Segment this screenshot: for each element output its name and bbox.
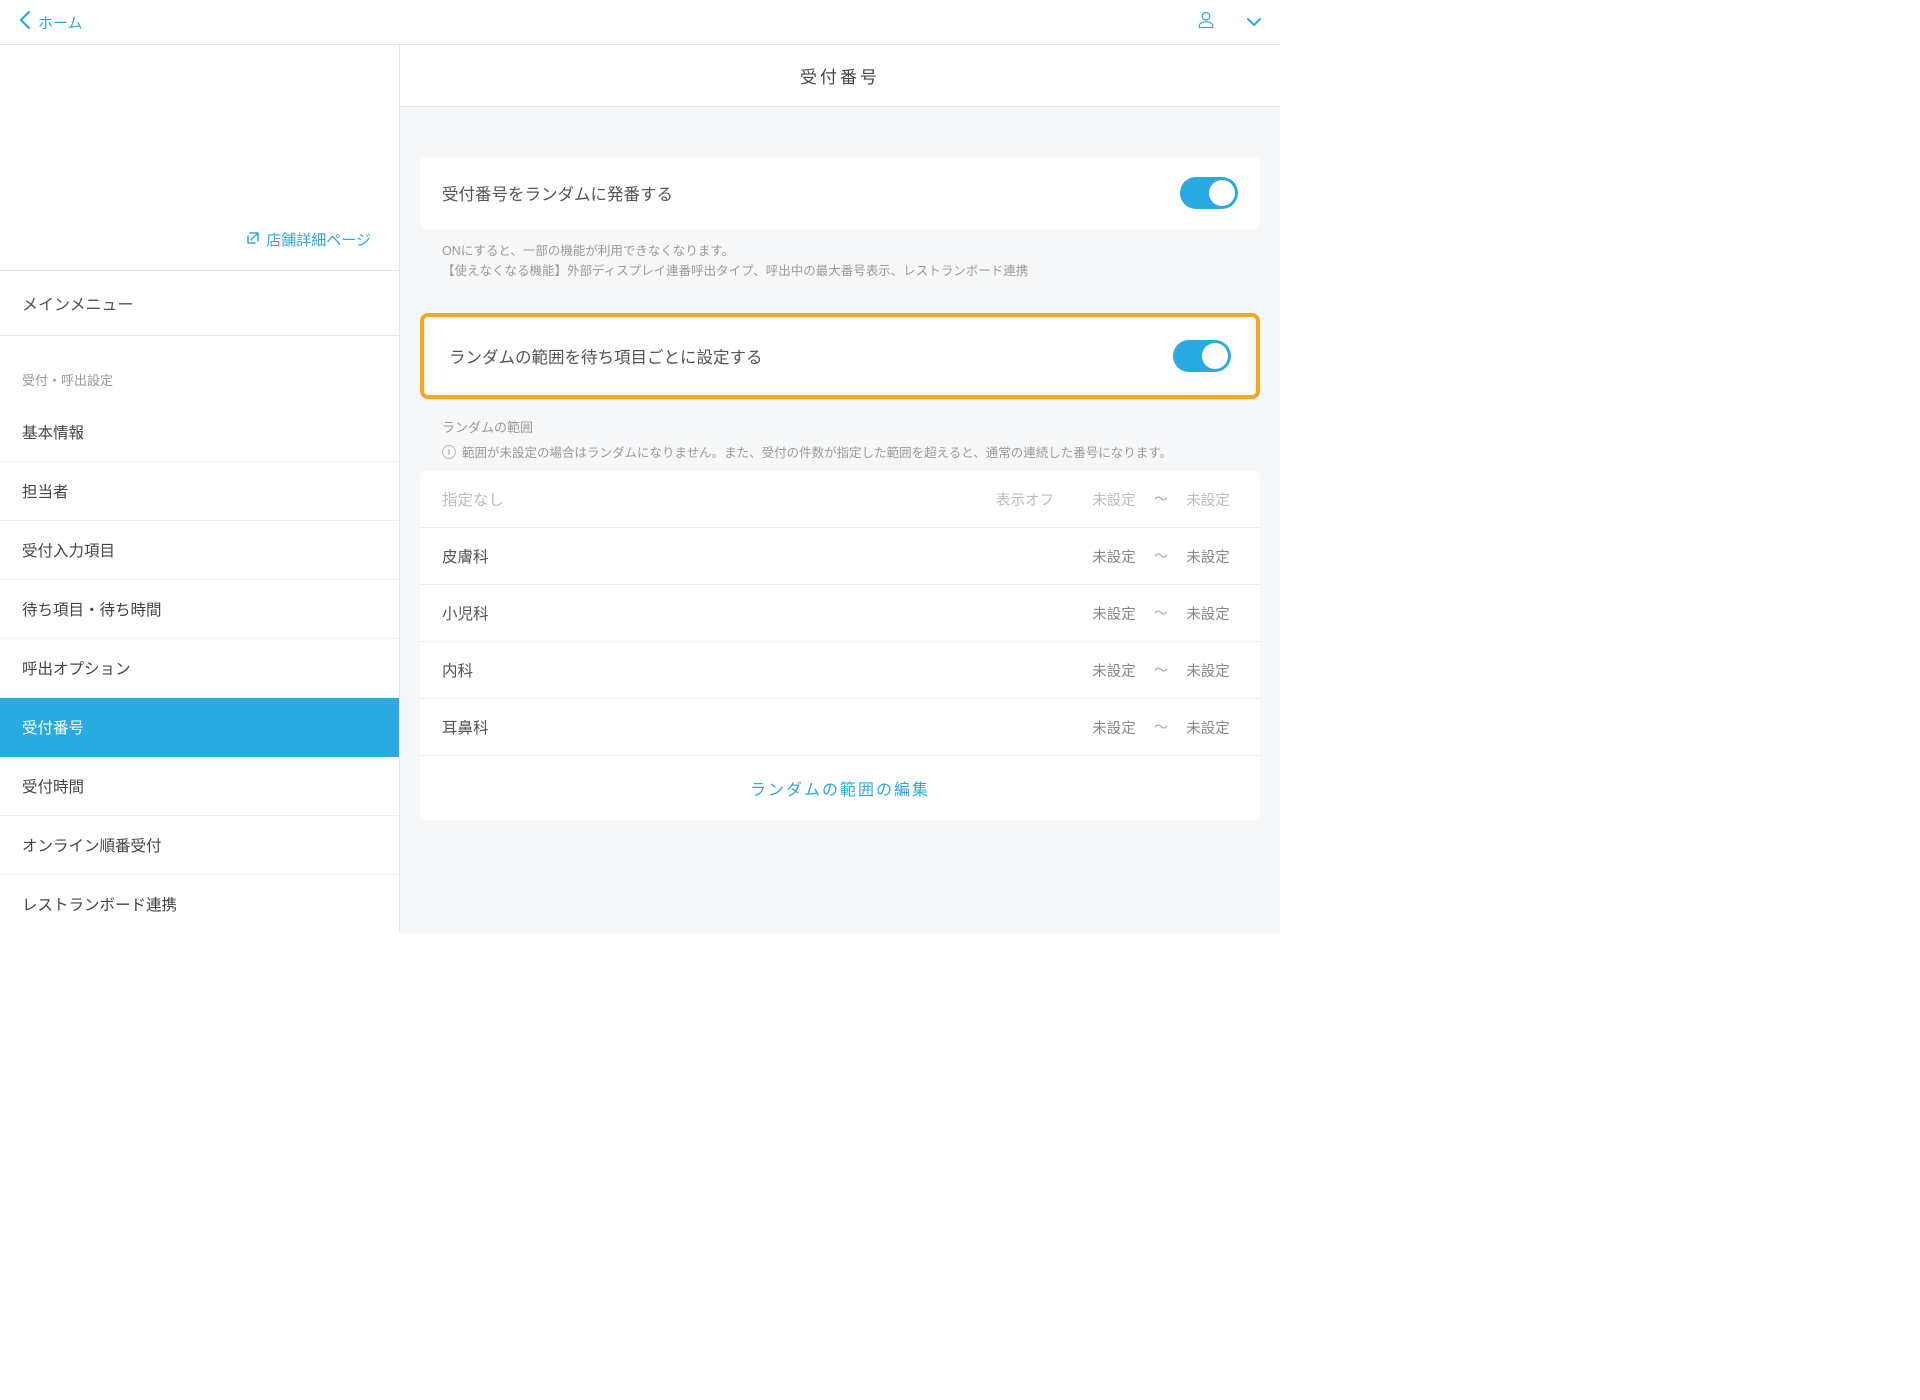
range-tilde: 〜 <box>1144 603 1178 623</box>
store-detail-link-label: 店舗詳細ページ <box>266 229 371 250</box>
topbar-right <box>1196 10 1262 35</box>
help-line-1: ONにすると、一部の機能が利用できなくなります。 <box>442 241 1238 261</box>
user-icon[interactable] <box>1196 10 1216 35</box>
random-range-list: 指定なし 表示オフ 未設定 〜 未設定 皮膚科 未設定 〜 未設定 小児科 <box>420 471 1260 820</box>
sidebar-item-staff[interactable]: 担当者 <box>0 462 399 521</box>
info-icon: i <box>442 445 456 459</box>
range-row-pediatrics: 小児科 未設定 〜 未設定 <box>420 585 1260 642</box>
range-to: 未設定 <box>1178 546 1238 567</box>
range-row-internal-medicine: 内科 未設定 〜 未設定 <box>420 642 1260 699</box>
edit-range-link[interactable]: ランダムの範囲の編集 <box>750 782 930 799</box>
chevron-down-icon[interactable] <box>1246 14 1262 30</box>
back-label: ホーム <box>38 12 83 33</box>
toggle-range-per-item[interactable] <box>1173 340 1231 372</box>
random-range-block: ランダムの範囲 i 範囲が未設定の場合はランダムになりません。また、受付の件数が… <box>420 417 1260 820</box>
sidebar: 店舗詳細ページ メインメニュー 受付・呼出設定 基本情報 担当者 受付入力項目 … <box>0 45 400 933</box>
sidebar-item-reception-hours[interactable]: 受付時間 <box>0 757 399 816</box>
range-row-none: 指定なし 表示オフ 未設定 〜 未設定 <box>420 471 1260 528</box>
range-from: 未設定 <box>1084 603 1144 624</box>
sidebar-item-wait-items[interactable]: 待ち項目・待ち時間 <box>0 580 399 639</box>
back-button[interactable]: ホーム <box>18 10 83 34</box>
toggle-range-per-item-label: ランダムの範囲を待ち項目ごとに設定する <box>449 344 763 368</box>
range-row-dermatology: 皮膚科 未設定 〜 未設定 <box>420 528 1260 585</box>
range-row-name: 小児科 <box>442 602 1084 624</box>
sidebar-item-basic-info[interactable]: 基本情報 <box>0 403 399 462</box>
range-row-name: 耳鼻科 <box>442 716 1084 738</box>
toggle-range-per-item-card: ランダムの範囲を待ち項目ごとに設定する <box>427 320 1253 392</box>
random-range-note-text: 範囲が未設定の場合はランダムになりません。また、受付の件数が指定した範囲を超える… <box>462 442 1172 461</box>
range-from: 未設定 <box>1084 660 1144 681</box>
toggle-random-number[interactable] <box>1180 177 1238 209</box>
sidebar-section-head: 受付・呼出設定 <box>0 336 399 403</box>
range-to: 未設定 <box>1178 660 1238 681</box>
range-to: 未設定 <box>1178 603 1238 624</box>
display-off-label: 表示オフ <box>996 489 1054 510</box>
range-row-name: 内科 <box>442 659 1084 681</box>
sidebar-item-restaurant-board[interactable]: レストランボード連携 <box>0 875 399 933</box>
sidebar-item-reception-fields[interactable]: 受付入力項目 <box>0 521 399 580</box>
range-row-name: 皮膚科 <box>442 545 1084 567</box>
range-tilde: 〜 <box>1144 660 1178 680</box>
topbar: ホーム <box>0 0 1280 45</box>
range-row-ent: 耳鼻科 未設定 〜 未設定 <box>420 699 1260 756</box>
edit-range-row: ランダムの範囲の編集 <box>420 756 1260 820</box>
range-from: 未設定 <box>1084 546 1144 567</box>
main: 受付番号 受付番号をランダムに発番する ONにすると、一部の機能が利用できなくな… <box>400 45 1280 933</box>
range-tilde: 〜 <box>1144 717 1178 737</box>
chevron-left-icon <box>18 10 32 34</box>
random-range-head: ランダムの範囲 <box>420 417 1260 442</box>
range-from: 未設定 <box>1084 717 1144 738</box>
store-block: 店舗詳細ページ <box>0 45 399 271</box>
store-detail-link[interactable]: 店舗詳細ページ <box>246 229 371 250</box>
range-tilde: 〜 <box>1144 489 1178 509</box>
random-range-note: i 範囲が未設定の場合はランダムになりません。また、受付の件数が指定した範囲を超… <box>420 442 1260 471</box>
page-title: 受付番号 <box>400 45 1280 107</box>
range-from: 未設定 <box>1084 489 1144 510</box>
sidebar-item-call-options[interactable]: 呼出オプション <box>0 639 399 698</box>
sidebar-item-online-queue[interactable]: オンライン順番受付 <box>0 816 399 875</box>
toggle-random-number-label: 受付番号をランダムに発番する <box>442 181 673 205</box>
range-tilde: 〜 <box>1144 546 1178 566</box>
external-link-icon <box>246 231 260 248</box>
main-menu-label[interactable]: メインメニュー <box>0 271 399 336</box>
toggle-random-number-help: ONにすると、一部の機能が利用できなくなります。 【使えなくなる機能】外部ディス… <box>420 229 1260 285</box>
toggle-random-number-card: 受付番号をランダムに発番する <box>420 157 1260 229</box>
range-row-name: 指定なし <box>442 488 996 510</box>
range-to: 未設定 <box>1178 717 1238 738</box>
highlight-frame: ランダムの範囲を待ち項目ごとに設定する <box>420 313 1260 399</box>
range-to: 未設定 <box>1178 489 1238 510</box>
help-line-2: 【使えなくなる機能】外部ディスプレイ連番呼出タイプ、呼出中の最大番号表示、レスト… <box>442 261 1238 281</box>
sidebar-item-reception-number[interactable]: 受付番号 <box>0 698 399 757</box>
